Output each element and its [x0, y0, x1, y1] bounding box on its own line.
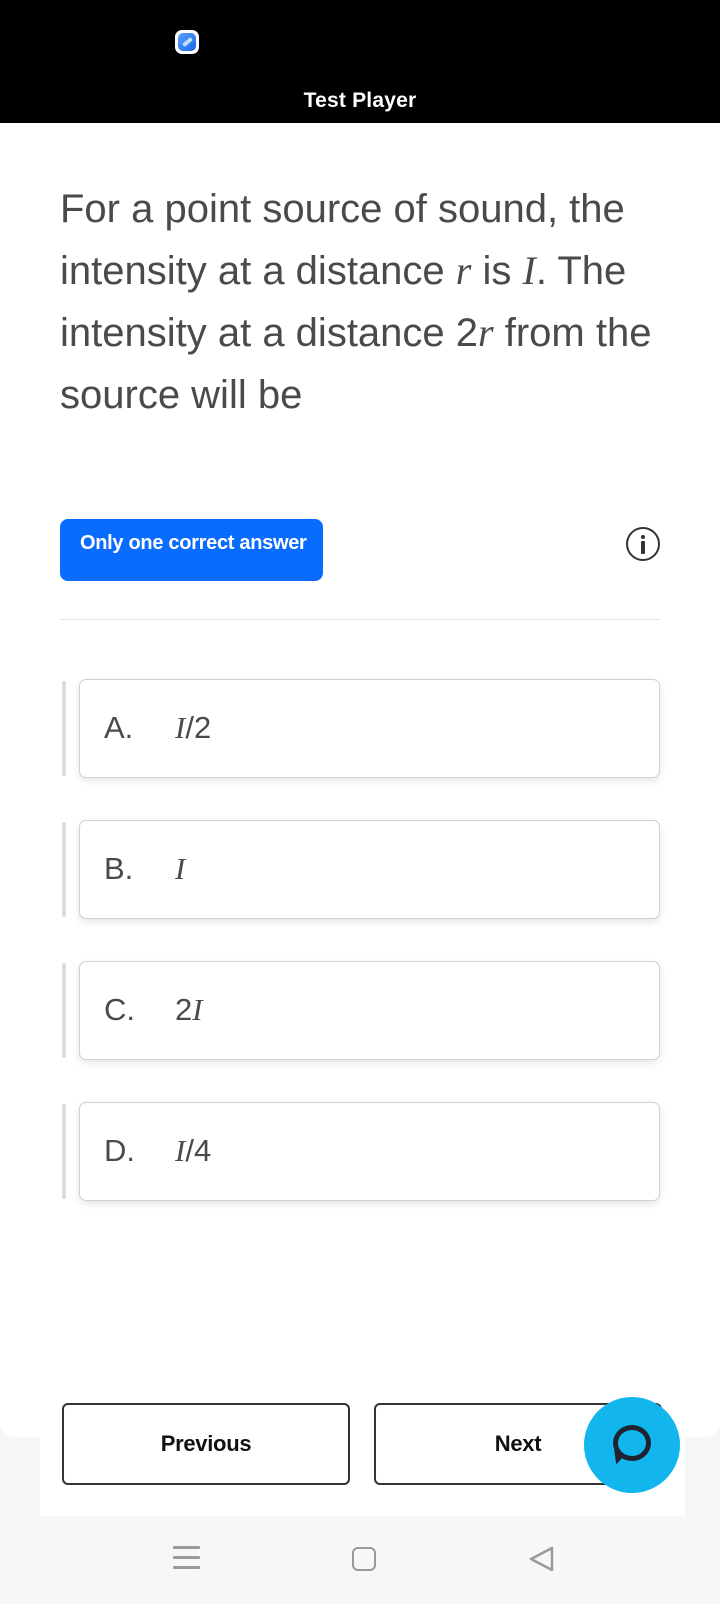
option-b[interactable]: B. I — [60, 820, 660, 919]
option-letter: C. — [104, 992, 135, 1027]
option-d[interactable]: D. I/4 — [60, 1102, 660, 1201]
option-accent-bar — [62, 963, 66, 1058]
option-box[interactable]: C. 2I — [79, 961, 660, 1060]
option-box[interactable]: A. I/2 — [79, 679, 660, 778]
answer-type-badge: Only one correct answer — [60, 519, 323, 581]
back-icon[interactable] — [526, 1545, 556, 1573]
chat-button[interactable] — [584, 1397, 680, 1493]
option-letter: B. — [104, 851, 134, 886]
window-title: Test Player — [303, 89, 417, 112]
home-icon[interactable] — [352, 1547, 376, 1571]
option-value: 2I — [175, 992, 203, 1027]
menu-icon[interactable] — [173, 1546, 200, 1570]
status-bar: Test Player — [0, 0, 720, 123]
option-box[interactable]: D. I/4 — [79, 1102, 660, 1201]
option-a[interactable]: A. I/2 — [60, 679, 660, 778]
option-value: I — [175, 851, 186, 886]
info-icon[interactable] — [626, 527, 660, 561]
previous-button[interactable]: Previous — [62, 1403, 350, 1485]
option-accent-bar — [62, 681, 66, 776]
option-letter: D. — [104, 1133, 135, 1168]
option-c[interactable]: C. 2I — [60, 961, 660, 1060]
app-icon — [175, 30, 199, 54]
option-letter: A. — [104, 710, 134, 745]
divider — [60, 619, 660, 620]
option-accent-bar — [62, 1104, 66, 1199]
option-accent-bar — [62, 822, 66, 917]
question-text: For a point source of sound, the intensi… — [60, 187, 652, 417]
option-value: I/2 — [175, 710, 212, 745]
option-value: I/4 — [175, 1133, 212, 1168]
option-box[interactable]: B. I — [79, 820, 660, 919]
